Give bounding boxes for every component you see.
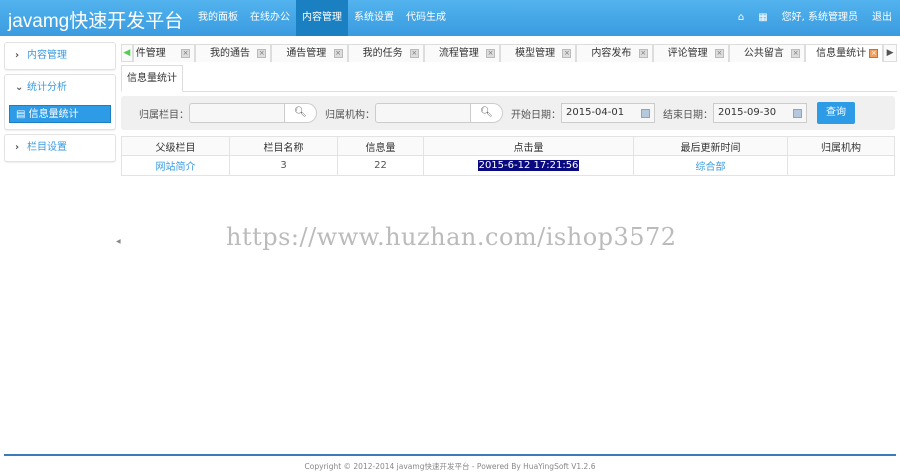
category-search-button[interactable]: 🔍︎ <box>285 103 317 123</box>
office-link[interactable]: 综合部 <box>696 162 726 173</box>
tab-publish[interactable]: 内容发布 × <box>576 44 653 62</box>
nav-codegen[interactable]: 代码生成 <box>400 0 452 36</box>
close-icon[interactable]: × <box>486 49 496 58</box>
sidebar-toggle[interactable]: ◀ <box>116 238 121 245</box>
sidebar-group-content[interactable]: › 内容管理 <box>5 43 115 69</box>
tab-notice-mgmt[interactable]: 通告管理 × <box>271 44 348 62</box>
home-icon[interactable]: ⌂ <box>738 0 744 36</box>
calendar-icon <box>641 109 650 118</box>
tab-my-task[interactable]: 我的任务 × <box>347 44 424 62</box>
sidebar: › 内容管理 ⌄ 统计分析 ▤ 信息量统计 › 栏目设置 <box>4 42 116 166</box>
close-icon[interactable]: × <box>791 49 801 58</box>
nav-office[interactable]: 在线办公 <box>244 0 296 36</box>
top-nav: 我的面板 在线办公 内容管理 系统设置 代码生成 <box>192 0 452 36</box>
tab-comments[interactable]: 评论管理 × <box>652 44 729 62</box>
nav-dashboard[interactable]: 我的面板 <box>192 0 244 36</box>
watermark: https://www.huzhan.com/ishop3572 <box>226 223 677 251</box>
stats-table: 父级栏目 栏目名称 信息量 点击量 最后更新时间 归属机构 网站简介 3 22 … <box>121 136 895 176</box>
close-icon[interactable]: × <box>714 49 724 58</box>
chevron-right-icon: › <box>15 50 20 61</box>
category-input[interactable] <box>189 103 285 123</box>
content-tab-info-stats[interactable]: 信息量统计 <box>121 65 183 92</box>
office-input[interactable] <box>375 103 471 123</box>
close-icon[interactable]: × <box>181 49 191 58</box>
calendar-icon <box>793 109 802 118</box>
app-logo: javamg快速开发平台 <box>8 11 184 32</box>
sidebar-group-category[interactable]: › 栏目设置 <box>5 135 115 161</box>
close-icon[interactable]: × <box>409 49 419 58</box>
query-button[interactable]: 查询 <box>817 102 855 124</box>
logout-link[interactable]: 退出 <box>872 0 892 36</box>
search-form: 归属栏目： 🔍︎ 归属机构： 🔍︎ 开始日期： 2015-04-01 结束日期：… <box>121 96 895 130</box>
table-row: 网站简介 3 22 2015-6-12 17:21:56 综合部 <box>121 155 895 176</box>
user-greeting[interactable]: 您好, 系统管理员 <box>782 0 858 36</box>
tab-guestbook[interactable]: 公共留言 × <box>728 44 806 62</box>
close-icon[interactable]: × <box>638 49 648 58</box>
close-icon[interactable]: × <box>869 49 879 58</box>
tab-process[interactable]: 流程管理 × <box>423 44 501 62</box>
scroll-left-icon[interactable]: ◀ <box>121 44 133 62</box>
tab-bar: ◀ 件管理 × 我的通告 × 通告管理 × 我的任务 × 流程管理 × 模型管理 × 内容发… <box>121 44 897 62</box>
tab-file[interactable]: 件管理 × <box>132 44 196 62</box>
tab-info-stats[interactable]: 信息量统计 × <box>805 44 884 62</box>
close-icon[interactable]: × <box>333 49 343 58</box>
tab-model[interactable]: 模型管理 × <box>500 44 577 62</box>
grid-icon[interactable]: ▦ <box>758 0 767 36</box>
tab-my-notice[interactable]: 我的通告 × <box>195 44 272 62</box>
end-date-input[interactable]: 2015-09-30 <box>713 103 807 123</box>
chevron-right-icon: › <box>15 142 20 153</box>
footer: Copyright © 2012-2014 javamg快速开发平台 - Pow… <box>304 462 596 471</box>
nav-settings[interactable]: 系统设置 <box>348 0 400 36</box>
sidebar-item-info-stats[interactable]: ▤ 信息量统计 <box>9 105 111 123</box>
sidebar-group-stats[interactable]: ⌄ 统计分析 <box>5 75 115 101</box>
scroll-right-icon[interactable]: ▶ <box>883 44 897 62</box>
nav-content[interactable]: 内容管理 <box>296 0 348 36</box>
close-icon[interactable]: × <box>257 49 267 58</box>
top-header: javamg快速开发平台 我的面板 在线办公 内容管理 系统设置 代码生成 ⌂ … <box>0 0 900 36</box>
chevron-down-icon: ⌄ <box>15 82 24 93</box>
list-icon: ▤ <box>16 109 29 120</box>
start-date-input[interactable]: 2015-04-01 <box>561 103 655 123</box>
close-icon[interactable]: × <box>562 49 572 58</box>
parent-category-link[interactable]: 网站简介 <box>156 162 196 173</box>
office-search-button[interactable]: 🔍︎ <box>471 103 503 123</box>
